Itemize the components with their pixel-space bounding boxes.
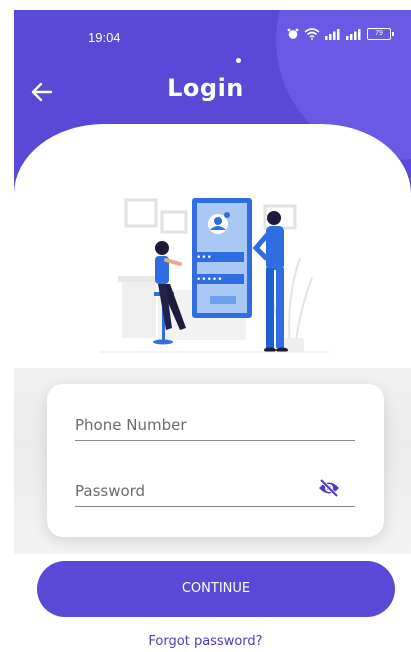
toggle-password-visibility-button[interactable] xyxy=(317,478,341,498)
password-input[interactable] xyxy=(75,482,315,500)
continue-button[interactable]: CONTINUE xyxy=(37,561,395,617)
wifi-icon xyxy=(304,28,320,40)
phone-input[interactable] xyxy=(75,416,315,434)
svg-text:•••••: ••••• xyxy=(196,275,223,285)
login-screen: 19:04 79 Login ••• ••••• Phone Number CO… xyxy=(0,0,411,652)
login-illustration: ••• ••••• xyxy=(100,198,330,353)
eye-slash-icon xyxy=(319,478,339,498)
status-time: 19:04 xyxy=(88,30,121,45)
svg-text:•••: ••• xyxy=(196,253,212,263)
camera-dot xyxy=(236,58,241,63)
page-title: Login xyxy=(167,74,244,102)
forgot-password-link[interactable]: Forgot password? xyxy=(0,634,411,649)
password-field xyxy=(75,466,355,507)
alarm-icon xyxy=(287,28,299,39)
status-bar: 19:04 79 xyxy=(14,10,411,56)
status-icons: 79 xyxy=(287,28,394,40)
login-form-card xyxy=(47,384,384,537)
battery-icon: 79 xyxy=(367,28,394,40)
signal-icon xyxy=(325,28,340,40)
signal-icon xyxy=(346,28,361,40)
phone-field xyxy=(75,400,355,441)
